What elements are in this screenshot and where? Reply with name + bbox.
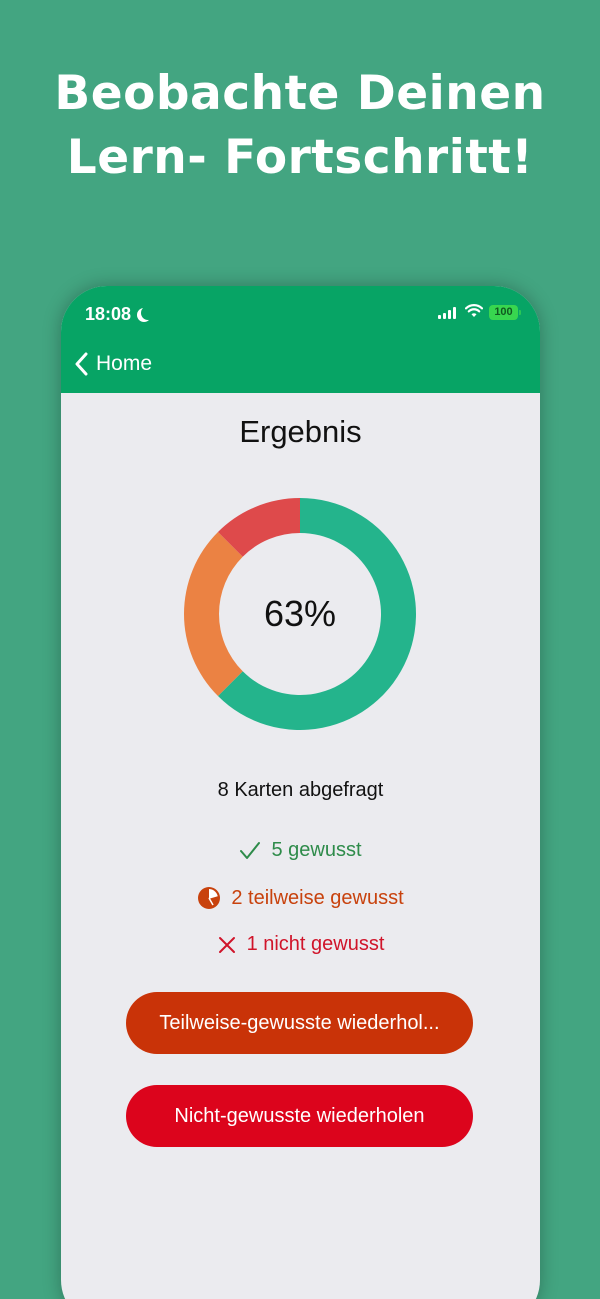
back-label: Home bbox=[96, 352, 153, 375]
unknown-stat: 1 nicht gewusst bbox=[61, 933, 540, 956]
status-time: 18:08 bbox=[85, 304, 132, 324]
signal-icon bbox=[438, 307, 456, 319]
battery-icon: 100 bbox=[489, 305, 518, 320]
wifi-icon bbox=[465, 304, 483, 317]
page-title: Ergebnis bbox=[239, 414, 362, 449]
percent-label: 63% bbox=[263, 593, 337, 634]
repeat-partial-button[interactable]: Teilweise-gewusste wiederhol... bbox=[126, 992, 473, 1054]
pie-icon bbox=[198, 887, 221, 909]
navigation-bar: 18:08 100 Home bbox=[61, 286, 540, 393]
partial-stat: 2 teilweise gewusst bbox=[61, 886, 540, 910]
back-button[interactable]: Home bbox=[74, 352, 152, 376]
headline-line-2: Lern- Fortschritt! bbox=[66, 130, 534, 185]
checkmark-icon bbox=[240, 841, 261, 859]
known-stat: 5 gewusst bbox=[61, 839, 540, 862]
chevron-left-icon bbox=[75, 352, 88, 376]
moon-icon bbox=[141, 306, 155, 320]
headline-line-1: Beobachte Deinen bbox=[54, 66, 546, 121]
cross-icon bbox=[218, 936, 235, 953]
known-label: 5 gewusst bbox=[271, 839, 362, 861]
unknown-label: 1 nicht gewusst bbox=[246, 933, 385, 955]
partial-label: 2 teilweise gewusst bbox=[231, 886, 404, 909]
phone-frame: 18:08 100 Home Ergebnis 63% 8 Karten abg… bbox=[61, 286, 540, 1299]
battery-tip bbox=[519, 310, 521, 315]
headline: Beobachte Deinen Lern- Fortschritt! bbox=[0, 62, 600, 190]
cards-count: 8 Karten abgefragt bbox=[217, 779, 384, 801]
repeat-unknown-button[interactable]: Nicht-gewusste wiederholen bbox=[126, 1085, 473, 1147]
